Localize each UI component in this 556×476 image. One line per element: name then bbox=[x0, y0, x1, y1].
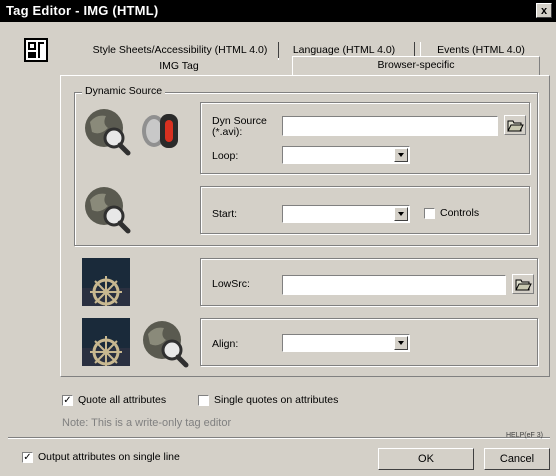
dyn-source-input[interactable] bbox=[282, 116, 498, 136]
quote-all-label: Quote all attributes bbox=[78, 394, 167, 406]
tab-label: Language (HTML 4.0) bbox=[292, 44, 396, 56]
help-link[interactable]: HELP(eF 3) bbox=[506, 432, 543, 439]
ship-wheel-image-icon bbox=[82, 258, 130, 306]
align-label: Align: bbox=[212, 338, 239, 350]
tab-label: IMG Tag bbox=[159, 60, 199, 72]
tab-browser-specific[interactable]: Browser-specific bbox=[292, 56, 540, 76]
controls-label: Controls bbox=[440, 207, 480, 219]
output-single-line-label: Output attributes on single line bbox=[38, 451, 180, 463]
lowsrc-browse-button[interactable] bbox=[512, 274, 534, 294]
align-select[interactable] bbox=[282, 334, 410, 352]
lowsrc-input[interactable] bbox=[282, 275, 506, 295]
ok-label: OK bbox=[418, 453, 434, 465]
tab-label: Events (HTML 4.0) bbox=[437, 44, 525, 56]
open-folder-icon bbox=[515, 279, 532, 291]
output-single-line-checkbox[interactable]: ✓ bbox=[22, 452, 33, 463]
write-only-note: Note: This is a write-only tag editor bbox=[62, 417, 232, 429]
title-bar: Tag Editor - IMG (HTML) x bbox=[0, 0, 556, 22]
single-quotes-label: Single quotes on attributes bbox=[214, 394, 339, 406]
cancel-button[interactable]: Cancel bbox=[484, 448, 550, 470]
window-title: Tag Editor - IMG (HTML) bbox=[6, 3, 159, 18]
tab-label: Style Sheets/Accessibility (HTML 4.0) bbox=[92, 44, 268, 56]
dyn-source-browse-button[interactable] bbox=[504, 115, 526, 135]
chevron-down-icon bbox=[394, 148, 408, 162]
loop-select[interactable] bbox=[282, 146, 410, 164]
controls-checkbox[interactable] bbox=[424, 208, 435, 219]
globe-search-icon bbox=[140, 318, 190, 368]
start-select[interactable] bbox=[282, 205, 410, 223]
tab-label: Browser-specific bbox=[377, 59, 455, 71]
start-label: Start: bbox=[212, 208, 238, 220]
quote-all-checkbox[interactable]: ✓ bbox=[62, 395, 73, 406]
tab-img-tag[interactable]: IMG Tag bbox=[68, 58, 290, 76]
tag-editor-icon bbox=[24, 38, 48, 62]
chevron-down-icon bbox=[394, 207, 408, 221]
loop-label: Loop: bbox=[212, 150, 239, 162]
footer-divider bbox=[8, 437, 550, 439]
ship-wheel-image-icon bbox=[82, 318, 130, 366]
chevron-down-icon bbox=[394, 336, 408, 350]
close-button[interactable]: x bbox=[536, 3, 552, 18]
close-icon: x bbox=[540, 5, 548, 17]
tab-divider bbox=[278, 42, 279, 58]
dyn-source-label: Dyn Source (*.avi): bbox=[212, 115, 267, 138]
ok-button[interactable]: OK bbox=[378, 448, 474, 470]
dynamic-source-title: Dynamic Source bbox=[82, 85, 166, 97]
globe-search-icon bbox=[82, 184, 132, 234]
cancel-label: Cancel bbox=[499, 453, 535, 465]
globe-search-icon bbox=[82, 106, 132, 156]
lowsrc-label: LowSrc: bbox=[212, 278, 250, 290]
open-folder-icon bbox=[507, 120, 524, 132]
single-quotes-checkbox[interactable] bbox=[198, 395, 209, 406]
film-reel-icon bbox=[140, 110, 186, 152]
